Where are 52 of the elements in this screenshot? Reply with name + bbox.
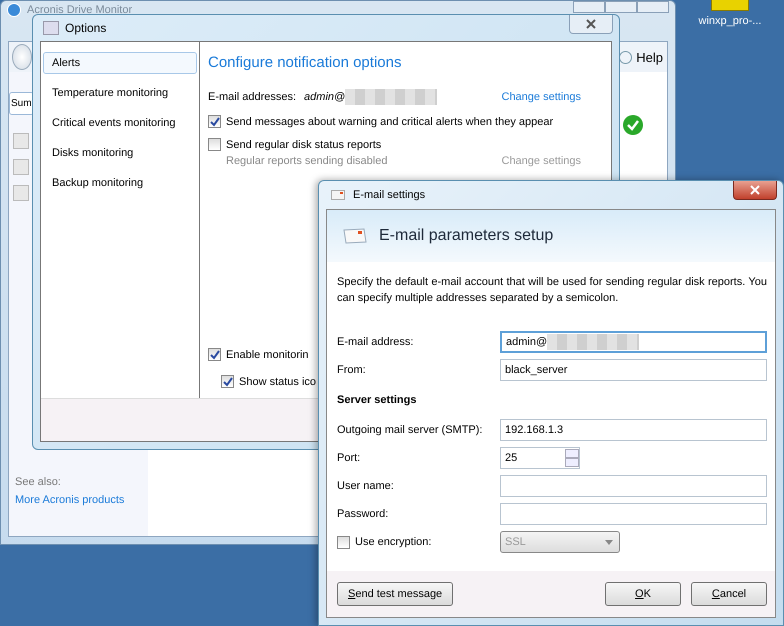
- envelope-icon: [331, 190, 345, 200]
- close-button[interactable]: [569, 15, 613, 34]
- envelope-icon: [343, 228, 367, 244]
- text-field[interactable]: 192.168.1.3: [500, 419, 767, 441]
- text-field[interactable]: [500, 475, 767, 497]
- spin-arrows-icon[interactable]: [565, 449, 579, 467]
- status-text: Regular reports sending disabled: [226, 155, 388, 167]
- port-spin-field[interactable]: 25: [500, 447, 580, 469]
- nav-item[interactable]: Alerts: [43, 52, 197, 74]
- nav-item[interactable]: Temperature monitoring: [43, 82, 197, 104]
- dialog-button[interactable]: OK: [605, 582, 681, 606]
- checkbox[interactable]: [208, 348, 221, 361]
- check-circle-icon: [622, 114, 644, 136]
- close-icon[interactable]: [585, 19, 597, 29]
- field-label: E-mail address:: [337, 336, 414, 348]
- text-field[interactable]: black_server: [500, 359, 767, 381]
- email-value: admin@: [304, 91, 346, 103]
- nav-item[interactable]: Backup monitoring: [43, 172, 197, 194]
- dialog-button[interactable]: Cancel: [691, 582, 767, 606]
- desktop-icon-label[interactable]: winxp_pro-...: [698, 15, 762, 27]
- field-label: Password:: [337, 508, 390, 520]
- close-button[interactable]: [733, 181, 777, 200]
- back-button[interactable]: [12, 44, 32, 70]
- change-settings-link[interactable]: Change settings: [502, 91, 581, 103]
- window-title: E-mail settings: [353, 189, 426, 201]
- description-text: Specify the default e-mail account that will be used for sending regular disk reports. You can specify multiple addresses separated by a semicolon.: [337, 275, 767, 306]
- checkbox[interactable]: [221, 375, 234, 388]
- options-icon: [43, 21, 59, 35]
- field-label: From:: [337, 364, 367, 376]
- summary-tab[interactable]: Sum: [9, 92, 34, 115]
- section-heading: Configure notification options: [208, 54, 402, 71]
- window-title: Options: [65, 21, 106, 35]
- checkbox-label[interactable]: Show status ico: [239, 376, 316, 388]
- checkbox-label[interactable]: Enable monitorin: [226, 348, 309, 360]
- see-also-label: See also:: [15, 476, 62, 488]
- email-address-field[interactable]: admin@: [500, 331, 767, 353]
- text-field[interactable]: [500, 503, 767, 525]
- nav-item[interactable]: Disks monitoring: [43, 142, 197, 164]
- section-heading: Server settings: [337, 394, 418, 406]
- field-label: Port:: [337, 452, 362, 464]
- window-title: Acronis Drive Monitor: [27, 4, 132, 16]
- dialog-heading: E-mail parameters setup: [379, 227, 554, 245]
- checkbox[interactable]: [208, 138, 221, 151]
- dialog-button[interactable]: Send test message: [337, 582, 454, 606]
- nav-item[interactable]: Critical events monitoring: [43, 112, 197, 134]
- products-link[interactable]: More Acronis products: [15, 494, 148, 506]
- checkbox-label[interactable]: Send regular disk status reports: [226, 138, 382, 150]
- checkbox-label[interactable]: Send messages about warning and critical alerts when they appear: [226, 116, 554, 128]
- field-label: User name:: [337, 480, 395, 492]
- email-label: E-mail addresses:: [208, 91, 296, 103]
- field-label: Outgoing mail server (SMTP):: [337, 424, 484, 436]
- checkbox[interactable]: [208, 115, 221, 128]
